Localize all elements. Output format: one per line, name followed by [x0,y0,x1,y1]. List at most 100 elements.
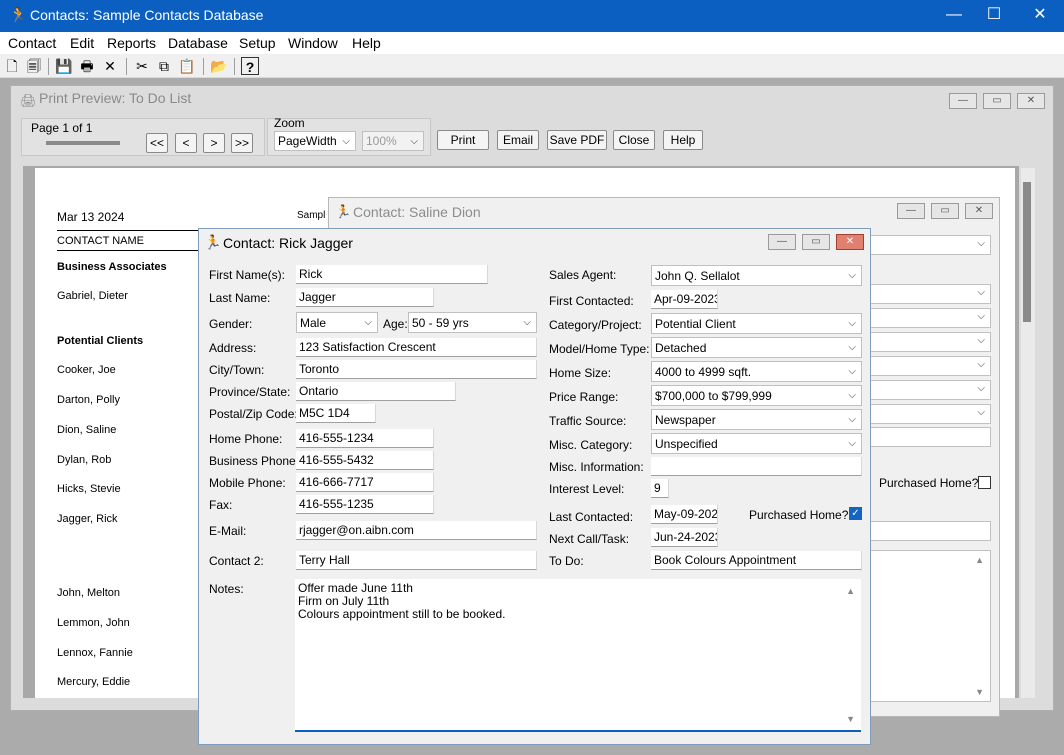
purchased-checkbox[interactable]: ✓ [849,507,862,520]
save-icon[interactable]: 💾 [55,57,73,75]
copy-icon[interactable]: ⧉ [155,57,173,75]
page-slider[interactable] [46,141,120,145]
chevron-down-icon: ⌵ [364,317,372,328]
dion-close-button[interactable]: ✕ [965,203,993,219]
print-button[interactable]: Print [437,130,489,150]
interest-level-field[interactable]: 9 [651,479,669,498]
dion-purchased-checkbox[interactable] [978,476,991,489]
zoom-mode-select[interactable]: PageWidth⌵ [274,131,356,151]
preview-maximize-button[interactable]: ▭ [983,93,1011,109]
report-row: Darton, Polly [57,394,120,406]
jagger-maximize-button[interactable]: ▭ [802,234,830,250]
menu-contact[interactable]: Contact [8,35,56,51]
new-icon[interactable]: 🗋 [3,57,21,75]
address-field[interactable]: 123 Satisfaction Crescent [296,338,537,357]
dion-maximize-button[interactable]: ▭ [931,203,959,219]
category-select[interactable]: Potential Client⌵ [651,313,862,334]
open-icon[interactable]: 🗐 [25,57,43,75]
mobile-phone-field[interactable]: 416-666-7717 [296,473,434,492]
dion-select[interactable]: ⌵ [869,356,991,376]
menu-setup[interactable]: Setup [239,35,276,51]
preview-minimize-button[interactable]: — [949,93,977,109]
misc-info-field[interactable] [651,457,862,476]
last-name-field[interactable]: Jagger [296,288,434,307]
todo-field[interactable]: Book Colours Appointment [651,551,862,570]
menu-database[interactable]: Database [168,35,228,51]
traffic-source-select[interactable]: Newspaper⌵ [651,409,862,430]
scroll-down-icon[interactable]: ▼ [846,713,855,726]
age-select[interactable]: 50 - 59 yrs⌵ [408,312,537,333]
notes-textarea[interactable]: Offer made June 11th Firm on July 11th C… [295,579,861,732]
sales-agent-select[interactable]: John Q. Sellalot⌵ [651,265,862,286]
dion-notes[interactable]: ▲ ▼ [869,550,991,702]
dion-field[interactable] [869,521,991,541]
cut-icon[interactable]: ✂ [133,57,151,75]
menu-window[interactable]: Window [288,35,338,51]
home-phone-field[interactable]: 416-555-1234 [296,429,434,448]
last-contacted-field[interactable]: May-09-2023 [651,505,718,524]
menu-edit[interactable]: Edit [70,35,94,51]
misc-category-select[interactable]: Unspecified⌵ [651,433,862,454]
folder-icon[interactable]: 📂 [210,57,228,75]
first-page-button[interactable]: << [146,133,168,153]
home-size-select[interactable]: 4000 to 4999 sqft.⌵ [651,361,862,382]
scroll-up-icon[interactable]: ▲ [846,585,855,598]
print-icon[interactable]: 🖶 [78,57,96,75]
address-label: Address: [209,341,256,355]
dion-purchased-label: Purchased Home? [879,476,978,490]
price-range-select[interactable]: $700,000 to $799,999⌵ [651,385,862,406]
dion-select[interactable]: ⌵ [869,235,991,255]
jagger-minimize-button[interactable]: — [768,234,796,250]
delete-icon[interactable]: ✕ [101,57,119,75]
prev-page-button[interactable]: < [175,133,197,153]
preview-scroll-thumb[interactable] [1023,182,1031,322]
menu-help[interactable]: Help [352,35,381,51]
dion-select[interactable]: ⌵ [869,332,991,352]
minimize-button[interactable]: — [934,4,974,28]
postal-field[interactable]: M5C 1D4 [296,404,376,423]
dion-select[interactable]: ⌵ [869,380,991,400]
next-page-button[interactable]: > [203,133,225,153]
next-call-field[interactable]: Jun-24-2023 [651,528,718,547]
menu-reports[interactable]: Reports [107,35,156,51]
model-select[interactable]: Detached⌵ [651,337,862,358]
help-preview-button[interactable]: Help [663,130,703,150]
runner-icon: 🏃 [335,204,351,220]
last-name-label: Last Name: [209,291,270,305]
chevron-down-icon: ⌵ [848,414,856,425]
dion-minimize-button[interactable]: — [897,203,925,219]
chevron-down-icon: ⌵ [410,136,418,147]
close-button[interactable]: ✕ [1020,4,1060,28]
paste-icon[interactable]: 📋 [178,57,196,75]
jagger-close-button[interactable]: ✕ [836,234,864,250]
email-field[interactable]: rjagger@on.aibn.com [296,521,537,540]
dion-select[interactable]: ⌵ [869,284,991,304]
first-contacted-field[interactable]: Apr-09-2023 [651,290,718,309]
last-page-button[interactable]: >> [231,133,253,153]
dion-select[interactable]: ⌵ [869,404,991,424]
gender-select[interactable]: Male⌵ [296,312,378,333]
zoom-percent-select[interactable]: 100%⌵ [362,131,424,151]
city-field[interactable]: Toronto [296,360,537,379]
dion-field[interactable] [869,427,991,447]
scroll-up-icon[interactable]: ▲ [975,555,984,565]
close-preview-button[interactable]: Close [613,130,655,150]
province-label: Province/State: [209,385,290,399]
email-button[interactable]: Email [497,130,539,150]
preview-scrollbar[interactable] [1021,168,1035,698]
chevron-down-icon: ⌵ [977,383,985,394]
preview-close-button[interactable]: ✕ [1017,93,1045,109]
dion-select[interactable]: ⌵ [869,308,991,328]
save-pdf-button[interactable]: Save PDF [547,130,607,150]
business-phone-field[interactable]: 416-555-5432 [296,451,434,470]
fax-field[interactable]: 416-555-1235 [296,495,434,514]
menu-bar: Contact Edit Reports Database Setup Wind… [0,32,1064,54]
province-field[interactable]: Ontario [296,382,456,401]
purchased-label: Purchased Home? [749,508,848,522]
first-name-field[interactable]: Rick [296,265,488,284]
scroll-down-icon[interactable]: ▼ [975,687,984,697]
report-row: Gabriel, Dieter [57,290,128,302]
contact2-field[interactable]: Terry Hall [296,551,537,570]
maximize-button[interactable]: ☐ [974,4,1014,28]
help-icon[interactable]: ? [241,57,259,75]
